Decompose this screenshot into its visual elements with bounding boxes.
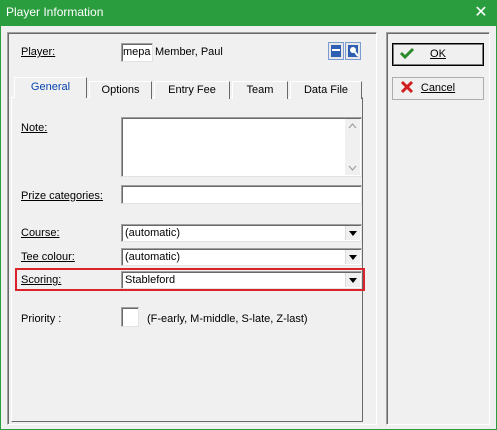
ok-button-label: OK (430, 48, 446, 60)
cancel-button-label: Cancel (420, 82, 456, 94)
scroll-arrows-icon (348, 123, 357, 171)
tab-data-file-label: Data File (303, 84, 349, 96)
chevron-down-icon[interactable] (345, 250, 360, 264)
tab-team[interactable]: Team (232, 81, 288, 99)
note-label: Note: (21, 122, 48, 134)
tab-entry-fee[interactable]: Entry Fee (154, 81, 230, 99)
tab-general-label: General (30, 81, 71, 93)
chevron-down-icon[interactable] (345, 273, 360, 287)
note-scrollbar[interactable] (345, 119, 360, 175)
card-icon (331, 45, 341, 57)
cancel-button[interactable]: Cancel (392, 77, 484, 100)
prize-categories-label: Prize categories: (21, 190, 103, 202)
window-frame-left (0, 26, 1, 430)
scoring-select[interactable]: Stableford (121, 271, 362, 289)
window-title: Player Information (6, 5, 104, 19)
course-select[interactable]: (automatic) (121, 224, 362, 242)
tab-entry-fee-label: Entry Fee (168, 84, 216, 96)
tab-general[interactable]: General (14, 77, 87, 98)
ok-button[interactable]: OK (392, 43, 484, 66)
close-icon[interactable]: ✕ (471, 3, 491, 23)
tee-colour-label: Tee colour: (21, 251, 75, 263)
tab-options-label: Options (101, 84, 140, 96)
player-card-button[interactable] (328, 42, 344, 60)
chevron-down-icon[interactable] (345, 226, 360, 240)
tab-options[interactable]: Options (89, 81, 152, 99)
player-label: Player: (21, 46, 56, 58)
course-value: (automatic) (125, 227, 181, 239)
note-textarea[interactable] (121, 117, 362, 177)
tab-data-file[interactable]: Data File (290, 81, 362, 99)
tab-team-label: Team (246, 84, 274, 96)
player-code-value: mepa (123, 46, 151, 58)
course-label: Course: (21, 227, 60, 239)
player-name: Member, Paul (155, 46, 223, 58)
tee-colour-value: (automatic) (125, 251, 181, 263)
player-search-button[interactable] (345, 42, 361, 60)
title-bar: Player Information ✕ (0, 0, 497, 26)
search-icon (348, 45, 359, 57)
scoring-label: Scoring: (21, 274, 62, 286)
priority-label: Priority : (21, 313, 62, 325)
scoring-value: Stableford (125, 274, 176, 286)
prize-categories-field[interactable] (121, 185, 362, 204)
player-code-field[interactable]: mepa (121, 43, 153, 62)
tee-colour-select[interactable]: (automatic) (121, 248, 362, 266)
priority-hint: (F-early, M-middle, S-late, Z-last) (147, 313, 308, 325)
priority-field[interactable] (121, 307, 139, 327)
